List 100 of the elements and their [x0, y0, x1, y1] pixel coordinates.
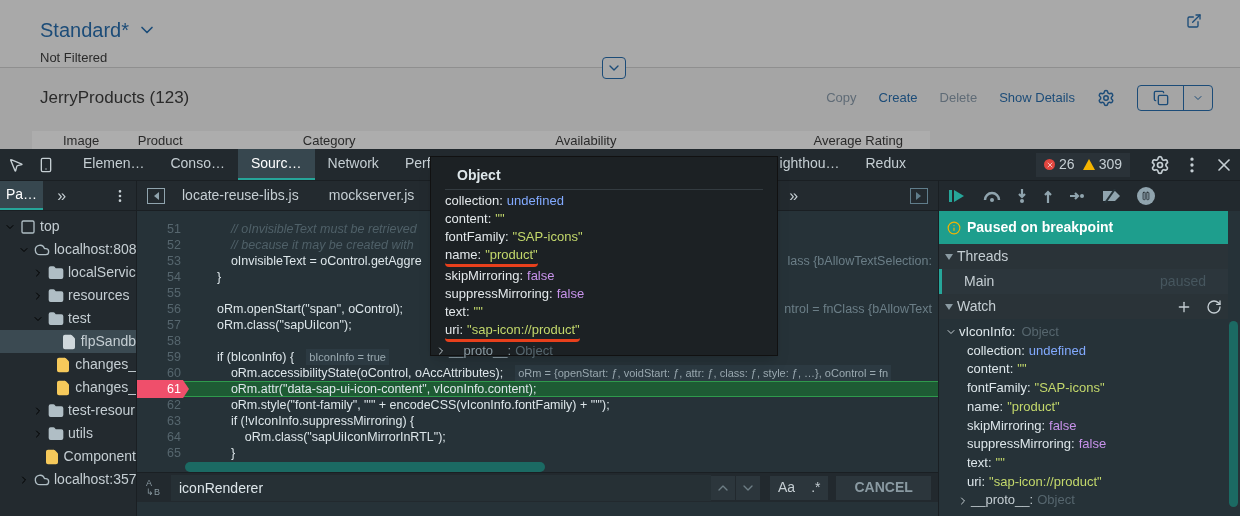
tree-item[interactable]: localServic [0, 261, 136, 284]
search-field[interactable]: iconRenderer [171, 474, 711, 501]
more-tabs-button[interactable]: » [57, 183, 67, 208]
more-tabs-button[interactable]: » [789, 183, 799, 208]
tree-item[interactable]: changes_ [0, 353, 136, 376]
tree-item[interactable]: Component [0, 445, 136, 468]
code-line: oRm.class("sapUiIconMirrorInRTL"); [243, 428, 446, 446]
match-case-button[interactable]: Aa [770, 475, 804, 500]
folder-icon [48, 425, 64, 442]
warning-count: 309 [1098, 155, 1122, 174]
property-key: collection: [967, 341, 1025, 361]
previous-match-button[interactable] [711, 475, 735, 500]
step-icon[interactable] [1069, 191, 1085, 201]
property-key: uri: [445, 321, 464, 339]
code-line: } [217, 268, 222, 286]
folder-icon [48, 287, 64, 304]
devtools-tab[interactable]: Sourc… [237, 149, 315, 180]
tree-label: flpSandb [80, 332, 136, 351]
code-line: oRm.accessibilityState(oControl, oAccAttributes); [229, 364, 504, 382]
property-value: Object [515, 342, 553, 360]
property-value: false [527, 267, 555, 285]
step-into-icon[interactable] [1017, 188, 1027, 204]
table-view-button[interactable] [1137, 85, 1213, 111]
expression-name[interactable]: vIconInfo: [959, 323, 1016, 342]
error-count: 26 [1059, 155, 1075, 174]
step-over-icon[interactable] [983, 190, 1001, 202]
devtools-tab[interactable]: Conso… [157, 149, 238, 180]
property-value: false [1049, 416, 1077, 435]
file-tab[interactable]: mockserver.js [315, 185, 428, 206]
code-line: oRm.class("sapUiIcon"); [217, 316, 352, 334]
triangle-icon [945, 253, 953, 260]
step-out-icon[interactable] [1043, 188, 1053, 204]
property-key: uri: [967, 472, 986, 492]
section-header[interactable]: Threads [939, 244, 1228, 269]
file-icon [55, 379, 72, 396]
issue-counter[interactable]: 26 309 [1036, 152, 1130, 177]
tree-label: resources [68, 286, 130, 305]
cancel-button[interactable]: CANCEL [836, 475, 931, 500]
tree-label: utils [68, 424, 93, 443]
property-value: "sap-icon://product" [467, 321, 580, 339]
tree-label: top [40, 217, 60, 236]
navigator-tab[interactable]: Pa… [0, 181, 44, 210]
code-line: oRm.openStart("span", oControl); [217, 300, 404, 318]
tree-item[interactable]: localhost:808 [0, 238, 136, 261]
property-value: "" [995, 453, 1005, 472]
property-key: text: [445, 303, 470, 321]
column-header: Availability [555, 133, 618, 149]
pause-icon[interactable] [1137, 187, 1155, 205]
column-header: Category [302, 133, 357, 149]
sidebar-toggle-icon[interactable] [147, 187, 165, 204]
tree-item[interactable]: top [0, 215, 136, 238]
inline-value: lass {bAllowTextSelection: [787, 252, 932, 270]
tree-item[interactable]: localhost:357 [0, 468, 136, 491]
inline-value: ntrol = fnClass {bAllowText [784, 300, 932, 318]
property-key: __proto__: [971, 491, 1034, 511]
variant-title[interactable]: Standard* [40, 15, 129, 45]
property-key: suppressMirroring: [967, 435, 1075, 454]
code-line: oRm.attr("data-sap-ui-icon-content", vIconInfo.content); [229, 380, 537, 398]
regex-button[interactable]: .* [803, 475, 829, 500]
property-key: skipMirroring: [445, 267, 523, 285]
next-match-button[interactable] [736, 475, 760, 500]
file-icon [55, 356, 72, 373]
devtools-tab[interactable]: Perf [391, 149, 444, 180]
device-icon[interactable] [38, 156, 54, 173]
tree-item[interactable]: test [0, 307, 136, 330]
tree-item[interactable]: utils [0, 422, 136, 445]
property-value: "" [495, 210, 505, 228]
code-line: oRm.style("font-family", "'" + encodeCSS(vIconInfo.fontFamily) + "'"); [229, 396, 610, 414]
tree-item[interactable]: resources [0, 284, 136, 307]
file-tab[interactable]: locate-reuse-libs.js [169, 185, 312, 206]
column-header: Average Rating [813, 133, 904, 149]
inspect-icon[interactable] [8, 156, 24, 173]
file-icon [60, 333, 77, 350]
tree-item[interactable]: test-resour [0, 399, 136, 422]
devtools-tab[interactable]: Elemen… [70, 149, 158, 180]
inline-value: bIconInfo = true [306, 348, 389, 366]
property-value: "product" [485, 246, 538, 264]
debugger-toggle-icon[interactable] [910, 187, 928, 204]
tree-label: changes_ [75, 355, 136, 374]
vertical-scrollbar-thumb[interactable] [1229, 321, 1238, 507]
property-value: false [1078, 435, 1107, 454]
breakpoint-marker[interactable]: 61 [137, 379, 189, 399]
devtools-tab[interactable]: ighthou… [766, 149, 853, 180]
section-header[interactable]: Watch [939, 294, 1228, 319]
devtools-tab[interactable]: Network [314, 149, 392, 180]
toolbar-action[interactable]: Create [878, 88, 918, 108]
property-key: text: [967, 453, 992, 473]
replace-toggle-button[interactable]: A ↳B [141, 478, 171, 497]
folder-icon [48, 264, 64, 281]
horizontal-scrollbar-thumb[interactable] [185, 462, 545, 472]
collapse-header-button[interactable] [602, 57, 626, 79]
deactivate-breakpoints-icon[interactable] [1101, 189, 1121, 203]
tree-item[interactable]: changes_ [0, 376, 136, 399]
tree-label: localServic [68, 263, 136, 282]
share-icon[interactable] [1186, 13, 1202, 29]
tree-item[interactable]: flpSandb [0, 330, 136, 353]
devtools-tab[interactable]: Redux [852, 149, 919, 180]
property-key: collection: [445, 192, 503, 210]
refresh-icon[interactable] [1206, 298, 1222, 315]
toolbar-action[interactable]: Show Details [999, 88, 1075, 108]
